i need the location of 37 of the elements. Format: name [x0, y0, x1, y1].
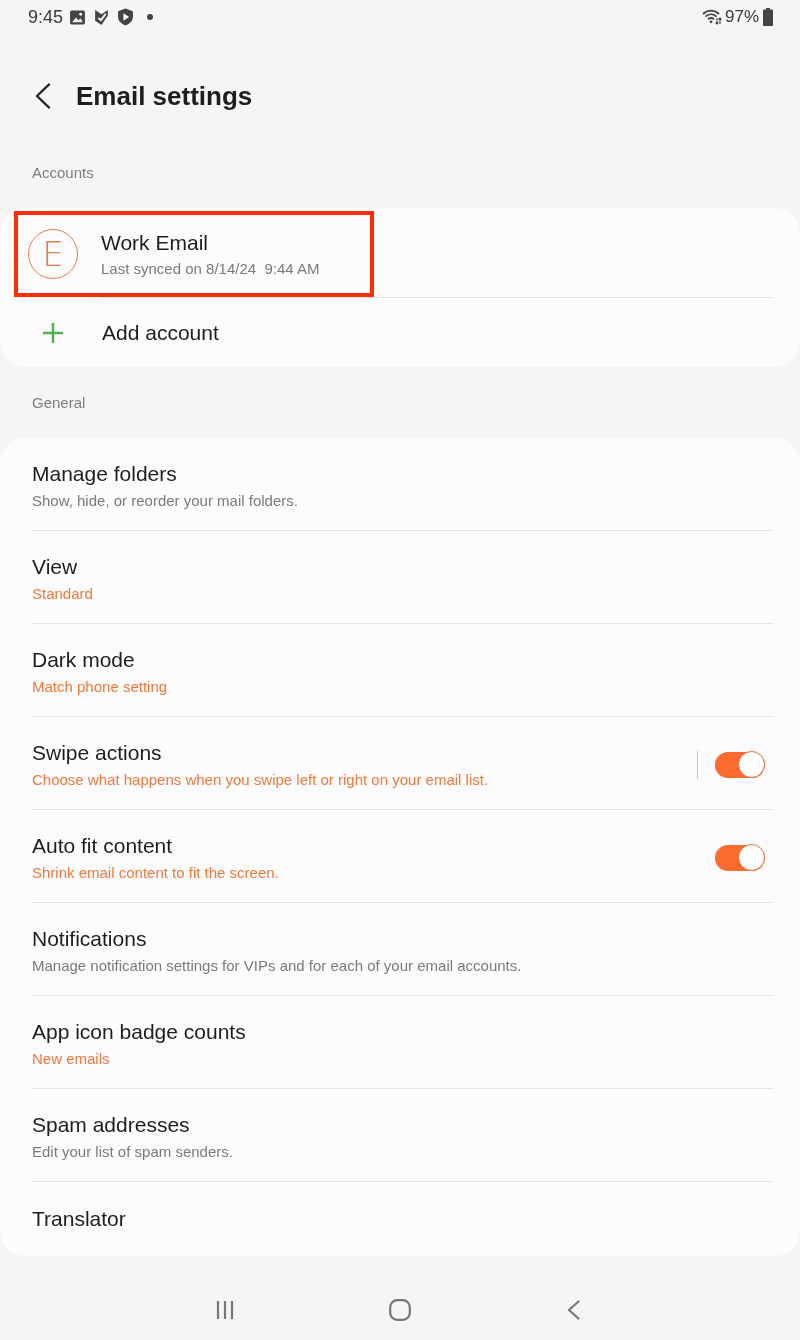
status-time: 9:45: [28, 6, 64, 28]
plus-icon: [43, 322, 63, 343]
recent-apps-icon[interactable]: [216, 1300, 234, 1320]
setting-summary: Match phone setting: [32, 677, 169, 697]
wifi-icon: [701, 9, 722, 25]
setting-title[interactable]: Spam addresses: [32, 1111, 773, 1139]
section-heading: General: [31, 392, 87, 413]
setting-summary: New emails: [32, 1049, 111, 1069]
toggle-switch[interactable]: [715, 751, 765, 778]
setting-title[interactable]: Auto fit content: [32, 832, 715, 860]
account-avatar: E: [28, 229, 78, 279]
setting-title[interactable]: Manage folders: [32, 460, 773, 488]
setting-summary: Show, hide, or reorder your mail folders.: [32, 491, 299, 511]
notification-dot-icon: [147, 14, 154, 20]
account-name[interactable]: Work Email: [101, 229, 320, 257]
setting-title[interactable]: Dark mode: [32, 646, 773, 674]
shield-icon: [117, 8, 135, 26]
setting-summary: Edit your list of spam senders.: [32, 1142, 234, 1162]
setting-title[interactable]: Swipe actions: [32, 739, 697, 767]
setting-summary: Choose what happens when you swipe left or right on your email list.: [32, 770, 490, 790]
home-icon[interactable]: [389, 1299, 411, 1321]
add-account-button[interactable]: Add account: [0, 298, 800, 367]
section-heading: Accounts: [31, 162, 95, 183]
setting-title[interactable]: View: [32, 553, 773, 581]
gallery-icon: [69, 8, 87, 26]
battery-percent: 97%: [724, 6, 759, 28]
setting-title[interactable]: Translator: [32, 1205, 773, 1233]
setting-summary: Shrink email content to fit the screen.: [32, 863, 280, 883]
setting-summary: Manage notification settings for VIPs and for each of your email accounts.: [32, 956, 523, 976]
page-title: Email settings: [76, 80, 253, 112]
setting-title[interactable]: Notifications: [32, 925, 773, 953]
check-badge-icon: [93, 8, 111, 26]
setting-summary: Standard: [32, 584, 94, 604]
battery-icon: [763, 8, 773, 26]
account-sync-status: Last synced on 8/14/24 9:44 AM: [101, 259, 320, 279]
toggle-switch[interactable]: [715, 844, 765, 871]
setting-title[interactable]: App icon badge counts: [32, 1018, 773, 1046]
